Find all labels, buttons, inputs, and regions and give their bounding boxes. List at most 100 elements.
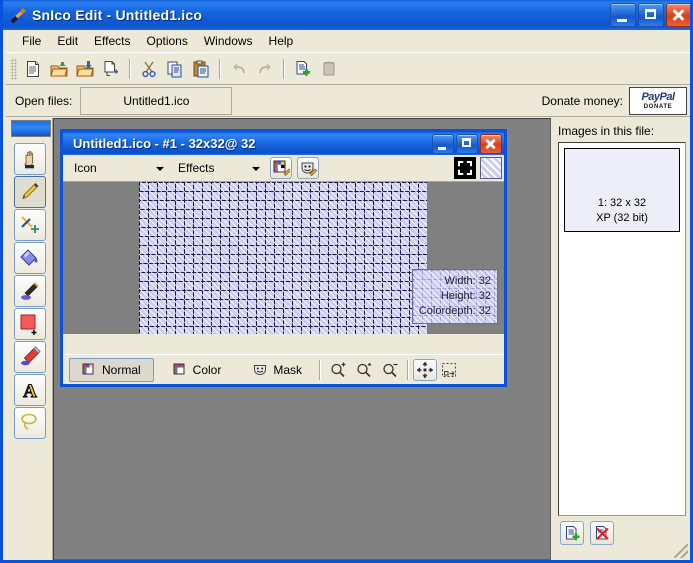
icon-edit-canvas[interactable] [139,182,427,334]
child-maximize-button[interactable] [456,134,478,154]
scissors-icon [140,60,158,78]
open-file-button[interactable] [46,56,72,82]
copy-pages-icon [166,60,184,78]
select-area-button[interactable] [437,359,461,381]
tab-mask[interactable]: Mask [240,358,315,382]
menu-item-effects[interactable]: Effects [86,32,138,50]
tool-eyedropper[interactable] [14,341,46,373]
foreground-color-swatch[interactable] [454,157,476,179]
list-item[interactable]: 1: 32 x 32 XP (32 bit) [564,148,680,232]
toolbar-separator [219,58,221,79]
tool-text[interactable]: A [14,374,46,406]
child-bottom-toolbar: Normal Color Mask [63,354,504,384]
copy-button[interactable] [162,56,188,82]
clipboard-icon [192,60,210,78]
paint-bucket-icon [19,247,41,269]
pencil-icon [19,181,41,203]
tool-palette: A [6,118,53,560]
application-window: SnIco Edit - Untitled1.ico File Edit Eff… [0,0,693,563]
new-file-button[interactable] [20,56,46,82]
redo-button[interactable] [252,56,278,82]
image-type-value: Icon [74,161,97,175]
images-panel: Images in this file: 1: 32 x 32 XP (32 b… [552,118,690,560]
open-files-label: Open files: [15,94,73,108]
tab-normal[interactable]: Normal [69,357,154,382]
zoom-in-button[interactable] [325,358,351,382]
chevron-down-icon [156,166,164,171]
menu-item-file[interactable]: File [14,32,49,50]
child-window-untitled1: Untitled1.ico - #1 - 32x32@ 32 Icon Effe… [60,129,507,387]
tool-lasso[interactable] [14,407,46,439]
info-colordepth: Colordepth: 32 [418,305,491,318]
tool-rectangle[interactable] [14,308,46,340]
magnifier-minus-icon [381,361,399,379]
zoom-fit-button[interactable] [351,358,377,382]
close-button[interactable] [666,3,690,27]
maximize-button[interactable] [638,3,664,27]
undo-button[interactable] [226,56,252,82]
save-as-button[interactable] [98,56,124,82]
remove-image-button[interactable] [590,521,614,545]
image-item-size: 1: 32 x 32 [597,197,647,210]
document-icon [24,60,42,78]
bottom-separator [319,359,322,380]
tool-fill[interactable] [14,242,46,274]
text-a-icon: A [19,379,41,402]
trash-icon [320,60,338,78]
toolbar-grip[interactable] [10,57,17,80]
window-resize-grip[interactable] [674,544,688,558]
magnifier-plus-icon [329,361,347,379]
edit-palette-button[interactable] [270,157,292,179]
document-plus-icon [294,60,312,78]
minimize-button[interactable] [610,3,636,27]
info-height: Height: 32 [440,290,491,303]
menu-item-options[interactable]: Options [139,32,196,50]
paintbrush-icon [9,6,27,24]
child-minimize-button[interactable] [432,134,454,154]
add-image-button[interactable] [560,521,584,545]
edit-mask-button[interactable] [297,157,319,179]
file-tab-untitled1[interactable]: Untitled1.ico [80,87,233,115]
menu-item-windows[interactable]: Windows [196,32,261,50]
effects-dropdown[interactable]: Effects [173,158,265,178]
child-close-button[interactable] [480,134,502,154]
menu-item-help[interactable]: Help [261,32,302,50]
tool-pencil[interactable] [14,176,46,208]
bottom-separator [407,359,410,380]
zoom-out-button[interactable] [377,358,403,382]
paypal-donate-button[interactable]: PayPal DONATE [629,87,687,115]
add-image-button[interactable] [290,56,316,82]
rectangle-icon [19,313,41,335]
magnifier-fit-icon [355,361,373,379]
paypal-logo-text: PayPal [641,91,675,103]
delete-image-button[interactable] [316,56,342,82]
menu-item-edit[interactable]: Edit [49,32,86,50]
tool-line[interactable] [14,209,46,241]
cut-button[interactable] [136,56,162,82]
child-window-title: Untitled1.ico - #1 - 32x32@ 32 [73,136,256,151]
mask-pencil-icon [300,160,317,177]
tab-color[interactable]: Color [160,358,235,382]
save-file-button[interactable] [72,56,98,82]
paste-button[interactable] [188,56,214,82]
images-panel-buttons [560,521,614,545]
tab-normal-label: Normal [102,362,141,377]
window-title: SnIco Edit - Untitled1.ico [32,7,203,23]
tool-hand[interactable] [14,143,46,175]
brush-icon [19,280,41,302]
images-panel-label: Images in this file: [558,124,655,138]
toolbar-separator [283,58,285,79]
hand-icon [19,148,41,170]
undo-arrow-icon [230,60,248,78]
center-image-button[interactable] [413,358,438,381]
image-type-dropdown[interactable]: Icon [69,158,169,178]
chevron-down-icon [252,166,260,171]
tool-brush[interactable] [14,275,46,307]
info-width: Width: 32 [444,275,491,288]
color-gradient-bar[interactable] [11,120,51,137]
background-color-swatch[interactable] [480,157,502,179]
child-window-title-bar: Untitled1.ico - #1 - 32x32@ 32 [63,132,504,155]
images-list[interactable]: 1: 32 x 32 XP (32 bit) [558,142,686,516]
donate-area: Donate money: PayPal DONATE [542,87,687,115]
palette-pencil-icon [273,160,290,177]
